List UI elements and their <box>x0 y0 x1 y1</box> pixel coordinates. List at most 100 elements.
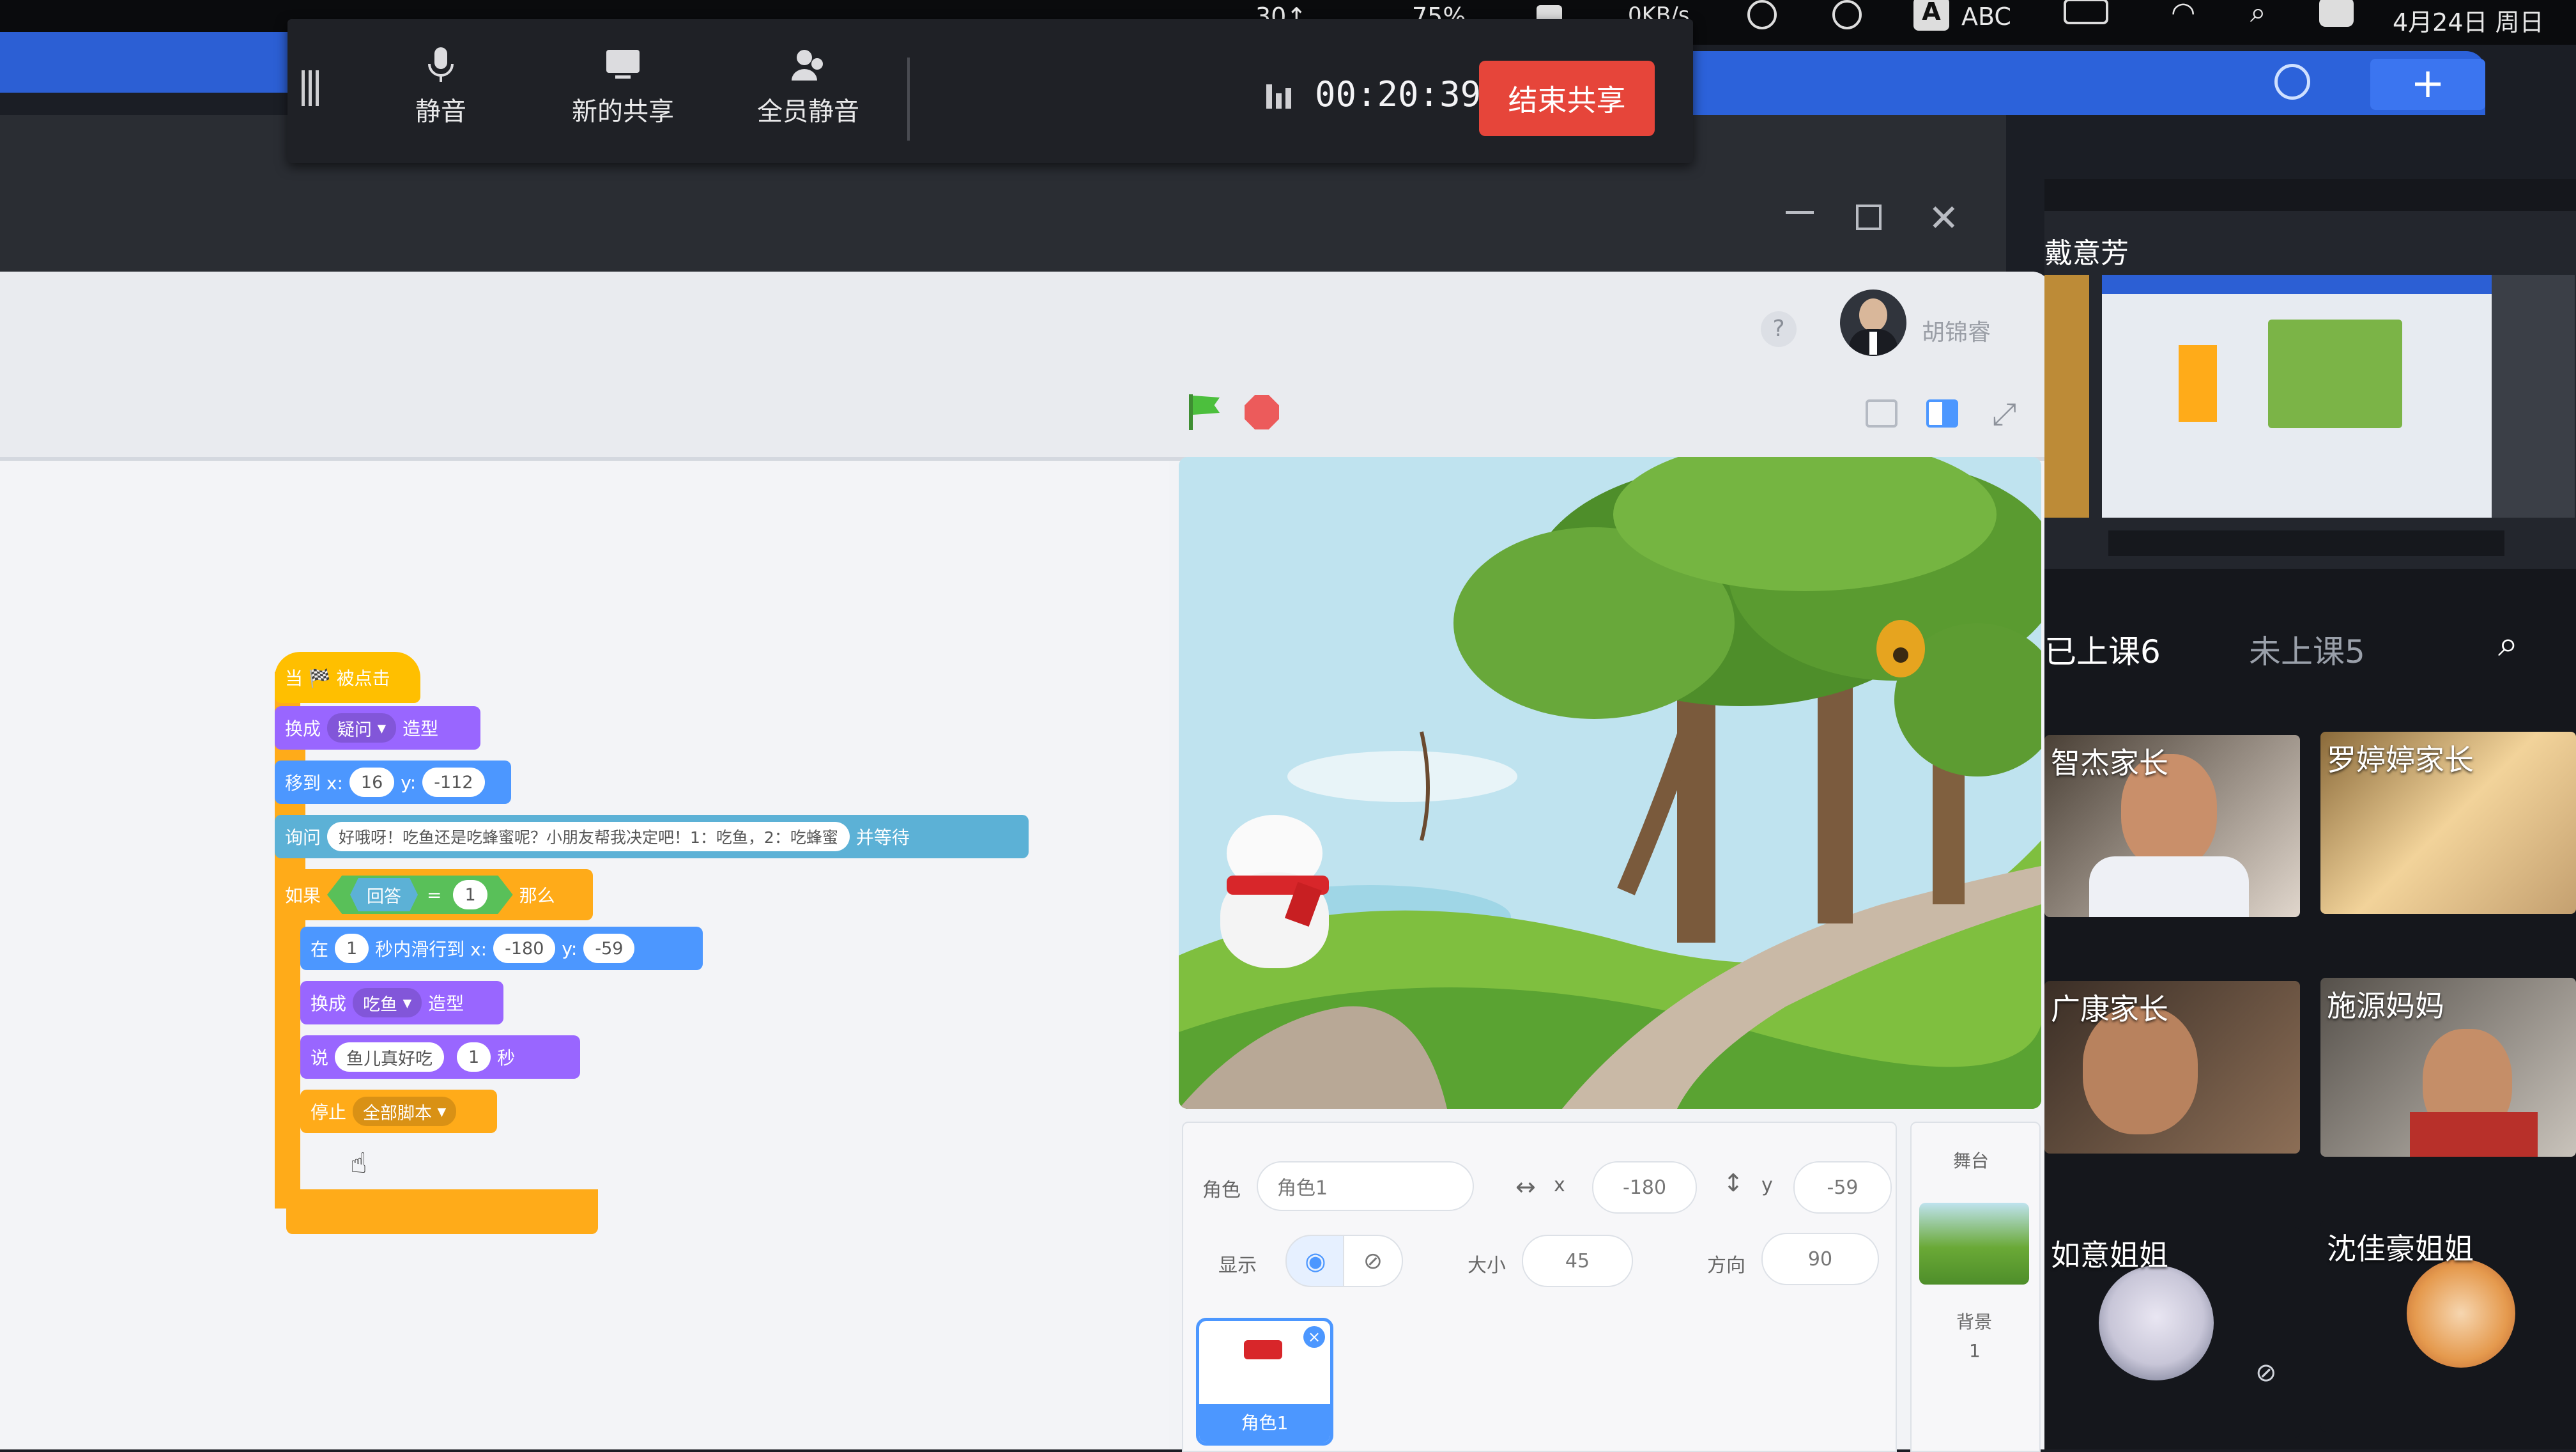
delete-sprite-icon[interactable]: × <box>1303 1326 1325 1348</box>
control-center-icon[interactable] <box>2319 0 2354 27</box>
show-visible-icon[interactable]: ◉ <box>1285 1235 1346 1287</box>
glide-to-xy-block[interactable]: 在 1 秒内滑行到 x: -180 y: -59 <box>300 927 703 970</box>
answer-reporter[interactable]: 回答 <box>350 878 418 911</box>
stage-selector-pane[interactable]: 舞台 背景 1 <box>1910 1122 2041 1452</box>
tab-attended[interactable]: 已上课6 <box>2044 626 2161 672</box>
participant-tile[interactable]: 智杰家长 <box>2044 735 2300 917</box>
sprite-thumbnail[interactable]: 角色1 × <box>1196 1318 1333 1446</box>
avatar <box>2099 1265 2214 1380</box>
block-text: y: <box>562 938 578 959</box>
block-text: 询问 <box>285 827 321 848</box>
equals-operator[interactable]: 回答 = 1 <box>327 876 513 914</box>
costume-dropdown[interactable]: 疑问 ▾ <box>327 713 397 743</box>
search-icon[interactable]: ⌕ <box>2498 623 2518 665</box>
input-method-icon[interactable]: A <box>1913 0 1949 31</box>
mute-button[interactable]: 静音 <box>396 45 486 128</box>
browser-tab-bar-left <box>0 32 294 93</box>
large-stage-icon[interactable] <box>1926 399 1958 428</box>
sprite-thumbnail-label: 角色1 <box>1199 1404 1330 1442</box>
participant-tile[interactable]: 罗婷婷家长 <box>2320 732 2576 914</box>
block-text: 换成 <box>285 718 321 739</box>
backdrop-thumbnail[interactable] <box>1919 1203 2029 1285</box>
dropdown-value: 疑问 <box>337 720 372 740</box>
y-input[interactable]: -112 <box>422 768 485 797</box>
if-block-bottom <box>286 1189 598 1234</box>
history-icon[interactable] <box>2274 64 2310 100</box>
help-button[interactable]: ? <box>1761 311 1797 347</box>
x-input[interactable]: 16 <box>349 768 395 797</box>
new-tab-plus-icon[interactable]: + <box>2370 59 2485 110</box>
sprite-name-input[interactable]: 角色1 <box>1257 1161 1474 1211</box>
costume-dropdown[interactable]: 吃鱼 ▾ <box>353 988 422 1017</box>
participant-tile[interactable]: 施源妈妈 <box>2320 978 2576 1157</box>
switch-costume-block[interactable]: 换成 疑问 ▾ 造型 <box>275 706 480 750</box>
x-input[interactable]: -180 <box>493 934 556 963</box>
y-position-input[interactable]: -59 <box>1793 1161 1892 1214</box>
block-text: 造型 <box>428 993 464 1014</box>
seconds-input[interactable]: 1 <box>335 934 369 963</box>
block-text: 那么 <box>519 885 555 906</box>
block-text: 秒 <box>497 1047 516 1069</box>
new-share-button[interactable]: 新的共享 <box>556 45 690 128</box>
small-stage-icon[interactable] <box>1866 399 1897 428</box>
direction-input[interactable]: 90 <box>1761 1233 1879 1285</box>
toolbar-divider <box>907 58 910 141</box>
shared-screen-thumbnail <box>2102 275 2498 518</box>
tab-not-attended[interactable]: 未上课5 <box>2249 626 2365 672</box>
avatar <box>2407 1259 2515 1368</box>
sync-icon[interactable] <box>1747 0 1777 29</box>
maximize-icon[interactable] <box>1856 205 1882 230</box>
end-share-button[interactable]: 结束共享 <box>1479 61 1655 136</box>
block-text: 秒内滑行到 x: <box>375 939 487 960</box>
y-input[interactable]: -59 <box>583 934 635 963</box>
microphone-icon <box>428 47 454 82</box>
go-to-xy-block[interactable]: 移到 x: 16 y: -112 <box>275 761 511 804</box>
search-icon[interactable]: ⌕ <box>2250 0 2266 29</box>
x-position-input[interactable]: -180 <box>1592 1161 1697 1214</box>
y-label: y <box>1761 1174 1773 1196</box>
avatar[interactable] <box>1840 290 1906 356</box>
stop-dropdown[interactable]: 全部脚本 ▾ <box>353 1097 457 1126</box>
if-then-block[interactable]: 如果 回答 = 1 那么 <box>275 869 593 920</box>
stop-all-block[interactable]: 停止 全部脚本 ▾ <box>300 1090 497 1133</box>
stage-title: 舞台 <box>1953 1150 1989 1171</box>
participants-panel: 戴意芳 已上课6 未上课5 ⌕ 智杰家长 罗婷婷家长 广康家长 施源妈妈 ⊘ 如… <box>2044 179 2576 1449</box>
participant-name: 施源妈妈 <box>2327 989 2444 1023</box>
polar-bear-sprite[interactable] <box>1214 815 1335 968</box>
sprite-label: 角色 <box>1202 1179 1241 1201</box>
show-label: 显示 <box>1218 1255 1257 1277</box>
screen-share-icon <box>606 50 640 79</box>
mute-all-button[interactable]: 全员静音 <box>741 45 875 128</box>
switch-costume-block[interactable]: 换成 吃鱼 ▾ 造型 <box>300 981 503 1024</box>
green-flag-icon[interactable] <box>1185 393 1223 431</box>
x-arrow-icon: ↔ <box>1515 1173 1536 1201</box>
block-text: 如果 <box>285 885 321 906</box>
drag-handle-icon[interactable] <box>302 70 321 109</box>
scratch-header <box>0 272 2051 457</box>
share-timer: 00:20:39 <box>1315 74 1482 114</box>
block-text: 在 <box>310 939 329 960</box>
participant-tile[interactable]: ⊘ 如意姐姐 <box>2044 1227 2300 1438</box>
seconds-input[interactable]: 1 <box>457 1042 491 1072</box>
compare-value-input[interactable]: 1 <box>453 880 487 909</box>
mic-muted-icon: ⊘ <box>2255 1358 2277 1387</box>
minimize-icon[interactable] <box>1786 211 1814 214</box>
participant-tile[interactable]: 沈佳豪姐姐 <box>2320 1221 2576 1432</box>
block-text: 停止 <box>310 1102 347 1123</box>
backdrop-count: 1 <box>1969 1340 1981 1361</box>
wifi-icon[interactable]: ◠ <box>2171 0 2195 29</box>
hide-sprite-icon[interactable]: ⊘ <box>1343 1235 1403 1287</box>
play-icon[interactable] <box>1832 0 1862 29</box>
size-input[interactable]: 45 <box>1522 1235 1633 1287</box>
presenter-name: 戴意芳 <box>2044 237 2129 270</box>
say-for-seconds-block[interactable]: 说 鱼儿真好吃 1 秒 <box>300 1035 580 1079</box>
close-icon[interactable]: ✕ <box>1928 199 1959 236</box>
say-text-input[interactable]: 鱼儿真好吃 <box>335 1042 445 1072</box>
fullscreen-icon[interactable]: ⤢ <box>1992 396 2016 433</box>
stage-canvas[interactable] <box>1179 457 2041 1109</box>
participant-tile[interactable]: 广康家长 <box>2044 981 2300 1154</box>
battery-icon[interactable] <box>2064 0 2108 24</box>
ask-and-wait-block[interactable]: 询问 好哦呀！吃鱼还是吃蜂蜜呢？小朋友帮我决定吧！1：吃鱼，2：吃蜂蜜 并等待 <box>275 815 1029 858</box>
question-input[interactable]: 好哦呀！吃鱼还是吃蜂蜜呢？小朋友帮我决定吧！1：吃鱼，2：吃蜂蜜 <box>327 822 850 851</box>
when-flag-clicked-block[interactable]: 当 🏁 被点击 <box>275 652 420 703</box>
